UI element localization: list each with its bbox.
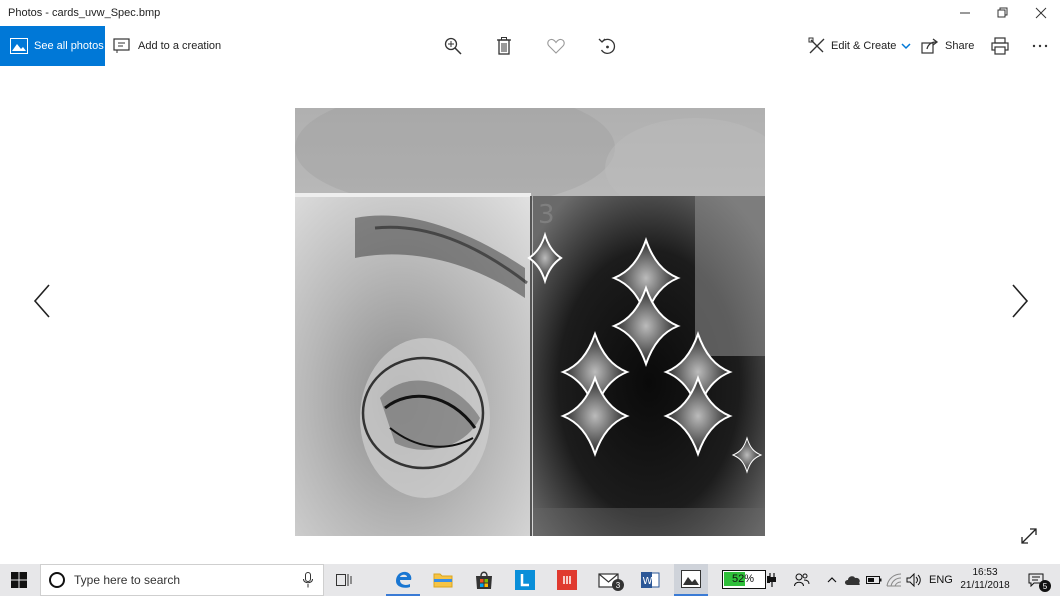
task-view-icon	[336, 574, 352, 586]
battery-icon	[866, 576, 882, 584]
taskbar-store[interactable]	[467, 564, 501, 596]
svg-text:W: W	[643, 576, 653, 587]
printer-icon	[991, 37, 1009, 55]
previous-photo-button[interactable]	[27, 281, 57, 321]
windows-logo-icon	[11, 572, 27, 588]
minimize-icon	[960, 12, 970, 14]
add-to-creation-button[interactable]: Add to a creation	[113, 26, 221, 66]
favorite-button[interactable]	[544, 26, 568, 66]
add-to-creation-label: Add to a creation	[138, 40, 222, 52]
photo-viewer: 3	[0, 66, 1060, 564]
chevron-left-icon	[33, 284, 50, 318]
taskbar-edge[interactable]	[386, 564, 420, 596]
window-title: Photos - cards_uvw_Spec.bmp	[8, 7, 161, 19]
photos-icon	[10, 38, 28, 54]
expand-icon	[1021, 528, 1037, 544]
taskbar-mail[interactable]: 3	[592, 564, 626, 596]
clock-date: 21/11/2018	[960, 580, 1010, 591]
store-icon	[476, 571, 492, 589]
photos-taskbar-icon	[681, 570, 701, 588]
see-all-photos-label: See all photos	[34, 40, 104, 52]
cortana-icon	[49, 572, 65, 588]
add-creation-icon	[113, 38, 130, 53]
chevron-down-icon	[901, 43, 911, 50]
taskbar-search-box[interactable]: Type here to search	[40, 564, 324, 596]
taskbar-app-l[interactable]	[508, 564, 542, 596]
mail-badge: 3	[612, 579, 624, 591]
share-button[interactable]: Share	[921, 26, 974, 66]
edit-create-label: Edit & Create	[831, 40, 897, 52]
speaker-icon	[906, 573, 921, 587]
microphone-icon	[303, 572, 313, 588]
action-center-button[interactable]: 5	[1021, 564, 1051, 596]
command-bar: See all photos Add to a creation Edit & …	[0, 26, 1060, 66]
task-view-button[interactable]	[327, 564, 361, 596]
notification-badge: 5	[1039, 580, 1051, 592]
battery-percent-label: 52%	[731, 573, 755, 585]
card-number-label: 3	[538, 200, 555, 230]
power-plug-icon	[768, 573, 776, 587]
taskbar-photos[interactable]	[674, 564, 708, 596]
heart-icon	[547, 38, 565, 54]
taskbar-app-red[interactable]	[550, 564, 584, 596]
input-language[interactable]: ENG	[929, 574, 953, 586]
trash-icon	[497, 37, 511, 55]
wifi-button[interactable]	[884, 564, 904, 596]
wifi-icon	[886, 573, 902, 587]
battery-tray-icon-button[interactable]	[864, 564, 884, 596]
chevron-right-icon	[1012, 284, 1029, 318]
charging-status[interactable]	[760, 564, 784, 596]
show-hidden-icons-button[interactable]	[822, 564, 842, 596]
zoom-in-icon	[444, 37, 462, 55]
rotate-button[interactable]	[595, 26, 619, 66]
taskbar-word[interactable]: W	[633, 564, 667, 596]
start-button[interactable]	[2, 564, 36, 596]
folder-icon	[433, 573, 453, 588]
close-button[interactable]	[1022, 0, 1060, 26]
share-icon	[921, 38, 939, 54]
photos-app-window: Photos - cards_uvw_Spec.bmp See all phot…	[0, 0, 1060, 596]
people-button[interactable]	[790, 564, 814, 596]
restore-button[interactable]	[984, 0, 1022, 26]
volume-button[interactable]	[904, 564, 924, 596]
edge-icon	[396, 571, 412, 588]
search-placeholder: Type here to search	[74, 573, 181, 587]
clock-time: 16:53	[972, 567, 998, 578]
print-button[interactable]	[988, 26, 1012, 66]
share-label: Share	[945, 40, 975, 52]
taskbar: Type here to search 3 W 52% ENG 16:53 21…	[0, 564, 1060, 596]
rotate-icon	[598, 38, 616, 54]
minimize-button[interactable]	[946, 0, 984, 26]
taskbar-file-explorer[interactable]	[426, 564, 460, 596]
app-red-icon	[557, 570, 577, 590]
zoom-button[interactable]	[441, 26, 465, 66]
cloud-sync-icon	[845, 576, 860, 585]
full-screen-button[interactable]	[1017, 524, 1041, 548]
chevron-up-icon	[827, 577, 837, 583]
delete-button[interactable]	[492, 26, 516, 66]
word-icon: W	[641, 572, 660, 588]
title-bar: Photos - cards_uvw_Spec.bmp	[0, 0, 1060, 26]
photo-image: 3	[295, 108, 765, 536]
see-all-photos-button[interactable]: See all photos	[0, 26, 105, 66]
people-icon	[794, 573, 810, 587]
restore-icon	[997, 7, 1008, 18]
close-icon	[1035, 7, 1047, 19]
next-photo-button[interactable]	[1005, 281, 1035, 321]
onedrive-status[interactable]	[842, 564, 864, 596]
edit-create-button[interactable]: Edit & Create	[808, 26, 911, 66]
edit-create-icon	[808, 37, 825, 54]
more-dots-icon	[1032, 44, 1048, 48]
app-l-icon	[515, 570, 535, 590]
more-options-button[interactable]	[1028, 26, 1052, 66]
clock-button[interactable]: 16:53 21/11/2018	[955, 566, 1015, 594]
